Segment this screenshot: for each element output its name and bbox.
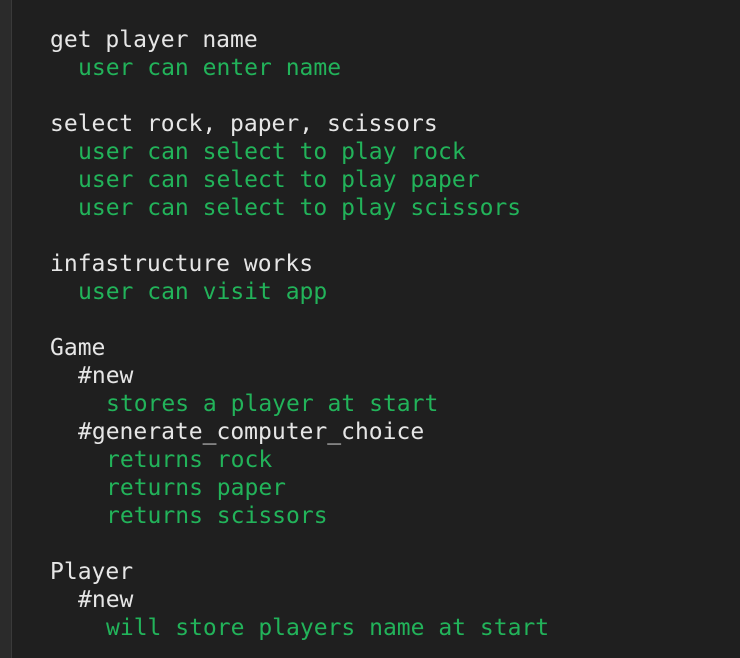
passing-test-line: user can select to play scissors — [78, 195, 522, 221]
test-output: get player name user can enter name select… — [50, 26, 549, 642]
passing-test-line: user can select to play rock — [78, 139, 466, 165]
terminal-window: get player name user can enter name select… — [0, 0, 740, 658]
test-group-line: get player name — [50, 27, 258, 53]
test-group-line: select rock, paper, scissors — [50, 111, 438, 137]
passing-test-line: user can visit app — [78, 279, 328, 305]
passing-test-line: returns paper — [106, 475, 287, 501]
test-group-line: Game — [50, 335, 106, 361]
passing-test-line: user can enter name — [78, 55, 342, 81]
passing-test-line: will store players name at start — [106, 615, 550, 641]
test-group-line: #new — [78, 587, 134, 613]
passing-test-line: user can select to play paper — [78, 167, 480, 193]
passing-test-line: returns scissors — [106, 503, 328, 529]
passing-test-line: stores a player at start — [106, 391, 439, 417]
test-group-line: #generate_computer_choice — [78, 419, 425, 445]
passing-test-line: returns rock — [106, 447, 273, 473]
test-group-line: Player — [50, 559, 134, 585]
window-left-edge — [0, 0, 12, 658]
test-group-line: infastructure works — [50, 251, 314, 277]
test-group-line: #new — [78, 363, 134, 389]
